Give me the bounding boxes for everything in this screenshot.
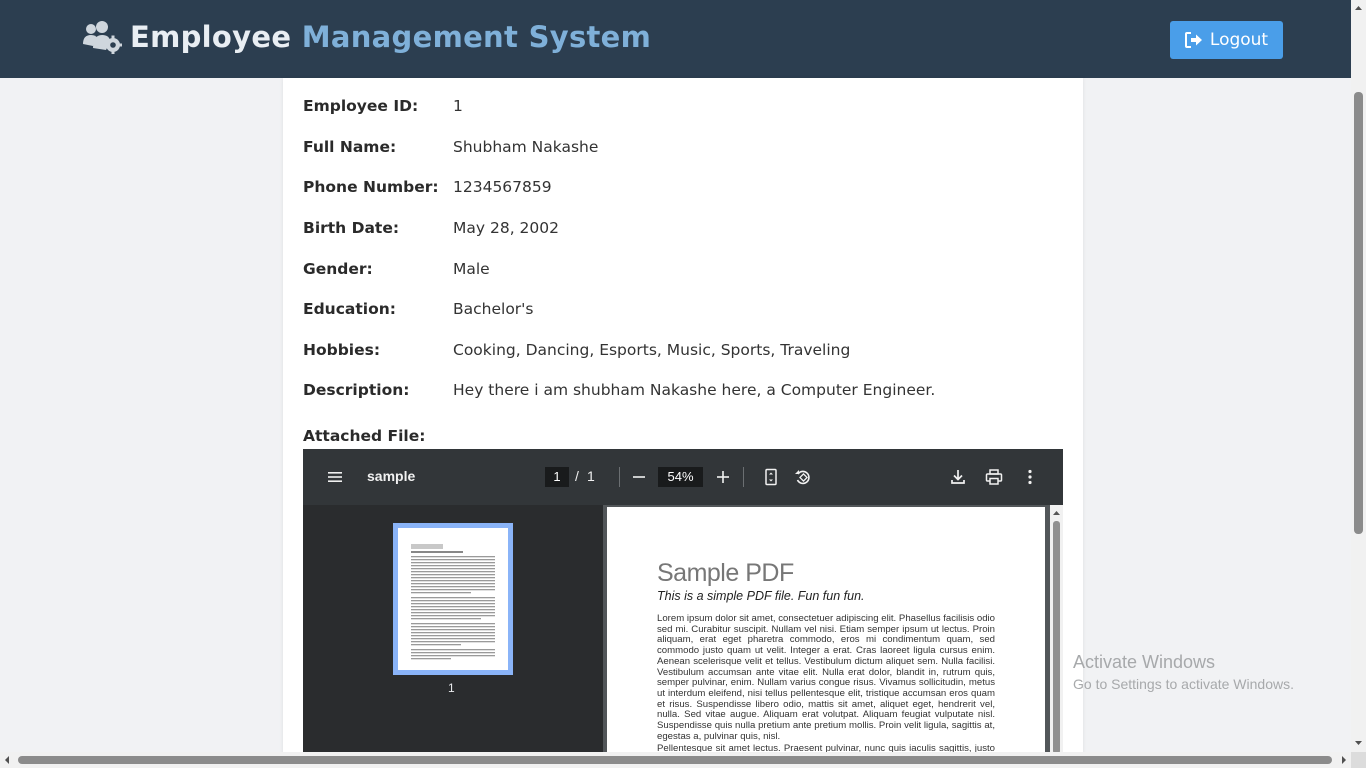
zoom-in-icon[interactable] <box>713 467 733 487</box>
activate-windows-subtitle: Go to Settings to activate Windows. <box>1073 676 1294 692</box>
field-label: Gender: <box>303 260 373 278</box>
scroll-up-arrow-icon[interactable] <box>1351 2 1366 14</box>
field-value: 1234567859 <box>453 178 552 196</box>
field-label: Description: <box>303 381 410 399</box>
field-label: Birth Date: <box>303 219 400 237</box>
field-label: Full Name: <box>303 138 397 156</box>
rotate-icon[interactable] <box>793 467 813 487</box>
activate-windows-title: Activate Windows <box>1073 652 1216 672</box>
scroll-left-arrow-icon[interactable] <box>0 752 14 768</box>
scroll-right-arrow-icon[interactable] <box>1337 752 1351 768</box>
pdf-scrollbar-thumb[interactable] <box>1053 521 1060 754</box>
brand: Employee Management System <box>82 20 651 54</box>
scroll-up-arrow-icon[interactable] <box>1050 507 1063 519</box>
thumbnail-page-preview <box>398 528 508 670</box>
field-value: Hey there i am shubham Nakashe here, a C… <box>453 381 936 399</box>
app-title-part2: Management System <box>301 20 652 54</box>
thumbnail-text-lines <box>411 544 495 660</box>
pdf-file-name: sample <box>367 468 416 484</box>
employee-details-card: Employee ID: 1 Full Name: Shubham Nakash… <box>283 78 1083 754</box>
page-vertical-scrollbar-thumb[interactable] <box>1354 92 1363 534</box>
logout-label: Logout <box>1209 30 1269 50</box>
scrollbar-corner <box>1351 752 1366 768</box>
toolbar-divider <box>743 467 744 487</box>
field-label: Employee ID: <box>303 97 419 115</box>
pdf-thumbnail-sidebar: 1 <box>303 505 603 754</box>
pdf-scrollbar[interactable] <box>1050 505 1063 754</box>
logout-button[interactable]: Logout <box>1170 21 1283 59</box>
fit-page-icon[interactable] <box>761 467 781 487</box>
pdf-page-heading: Sample PDF <box>657 559 794 587</box>
zoom-out-icon[interactable] <box>629 467 649 487</box>
field-label: Education: <box>303 300 396 318</box>
pdf-toolbar: sample 1 / 1 54% <box>303 449 1063 505</box>
field-label: Hobbies: <box>303 341 381 359</box>
users-cog-icon <box>83 21 122 54</box>
print-icon[interactable] <box>984 467 1004 487</box>
menu-icon[interactable] <box>327 469 343 485</box>
page-number-input[interactable]: 1 <box>545 467 569 487</box>
pdf-page-area[interactable]: Sample PDF This is a simple PDF file. Fu… <box>603 505 1063 754</box>
attached-file-label: Attached File: <box>303 427 426 445</box>
page-horizontal-scrollbar-thumb[interactable] <box>18 756 1332 764</box>
field-value: Cooking, Dancing, Esports, Music, Sports… <box>453 341 851 359</box>
pdf-page-paragraph: Lorem ipsum dolor sit amet, consectetuer… <box>657 613 995 742</box>
page-total: 1 <box>587 468 595 484</box>
pdf-viewer[interactable]: sample 1 / 1 54% 1 Sample PDF This is a … <box>303 449 1063 754</box>
app-header: Employee Management System Logout <box>0 0 1351 78</box>
page-thumbnail[interactable] <box>393 523 513 675</box>
app-title: Employee Management System <box>130 20 651 54</box>
app-title-part1: Employee <box>130 20 292 54</box>
field-value: 1 <box>453 97 463 115</box>
field-value: Bachelor's <box>453 300 534 318</box>
zoom-level-input[interactable]: 54% <box>658 467 703 487</box>
page-horizontal-scrollbar[interactable] <box>0 752 1351 768</box>
pdf-page-subtitle: This is a simple PDF file. Fun fun fun. <box>657 589 865 603</box>
field-value: May 28, 2002 <box>453 219 559 237</box>
scroll-down-arrow-icon[interactable] <box>1351 737 1366 749</box>
page-separator: / <box>575 468 579 484</box>
field-value: Male <box>453 260 490 278</box>
toolbar-divider <box>619 467 620 487</box>
page-vertical-scrollbar[interactable] <box>1351 0 1366 752</box>
thumbnail-page-number: 1 <box>448 681 455 695</box>
sign-out-icon <box>1184 32 1202 48</box>
pdf-page: Sample PDF This is a simple PDF file. Fu… <box>607 507 1045 754</box>
download-icon[interactable] <box>948 467 968 487</box>
field-label: Phone Number: <box>303 178 439 196</box>
more-options-icon[interactable] <box>1020 467 1040 487</box>
field-value: Shubham Nakashe <box>453 138 599 156</box>
